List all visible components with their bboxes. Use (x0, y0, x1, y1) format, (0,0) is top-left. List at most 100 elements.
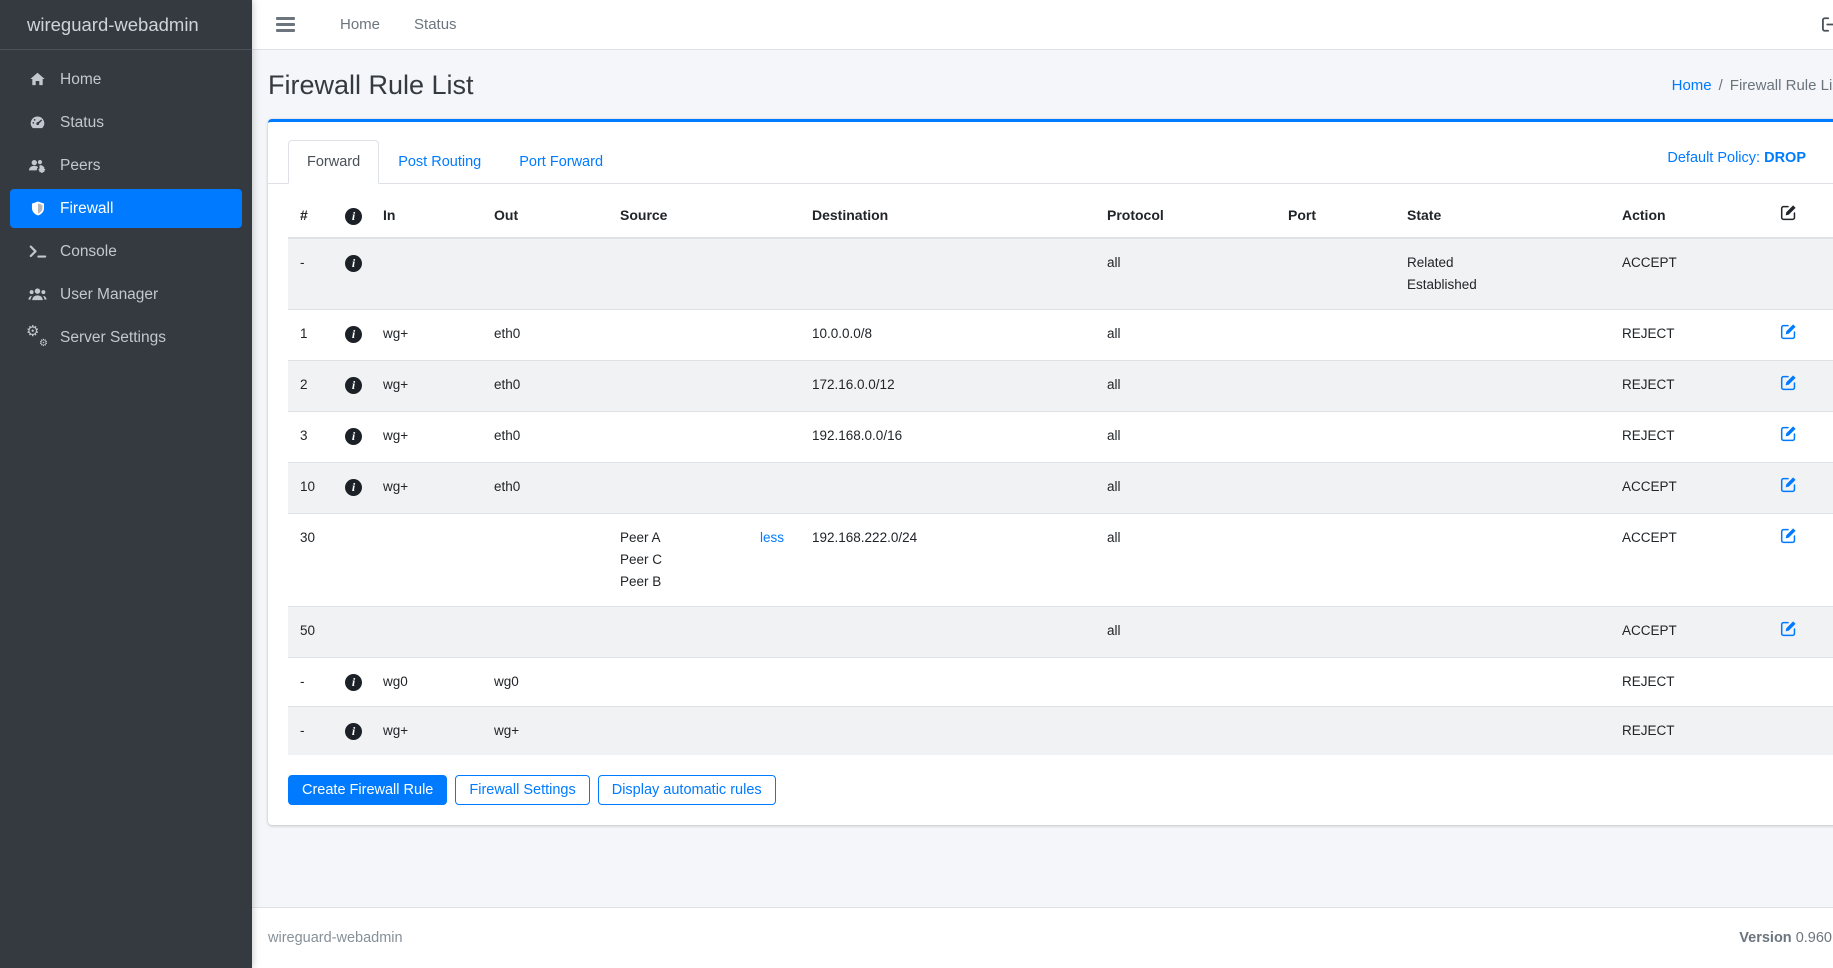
info-icon[interactable]: i (345, 479, 362, 494)
edit-icon[interactable] (1780, 476, 1797, 493)
rule-destination: 192.168.0.0/16 (800, 412, 1095, 463)
sidebar-item-console[interactable]: Console (10, 232, 242, 271)
rule-edit-cell (1768, 361, 1833, 412)
rule-number: 50 (288, 607, 333, 658)
sidebar-item-label: Console (60, 243, 117, 261)
less-link[interactable]: less (760, 527, 784, 549)
sidebar-item-label: Home (60, 71, 101, 89)
home-icon (25, 71, 50, 88)
rule-source (608, 361, 800, 412)
rule-action: ACCEPT (1610, 463, 1768, 514)
rule-in: wg+ (371, 361, 482, 412)
header-port: Port (1276, 194, 1395, 238)
firewall-rule-table: #iInOutSourceDestinationProtocolPortStat… (288, 194, 1833, 755)
info-icon[interactable]: i (345, 255, 362, 270)
card-tabs-header: ForwardPost RoutingPort Forward Default … (268, 122, 1833, 184)
rule-out: wg0 (482, 658, 608, 707)
edit-icon[interactable] (1780, 323, 1797, 340)
breadcrumb-home-link[interactable]: Home (1672, 77, 1712, 94)
rule-source (608, 310, 800, 361)
header-state: State (1395, 194, 1610, 238)
tab-port-forward[interactable]: Port Forward (500, 140, 622, 183)
info-icon[interactable]: i (345, 674, 362, 689)
rule-destination (800, 658, 1095, 707)
header-info-icon: i (333, 194, 371, 238)
rule-state (1395, 361, 1610, 412)
rule-destination: 172.16.0.0/12 (800, 361, 1095, 412)
logout-icon[interactable] (1820, 16, 1833, 33)
rule-number: 30 (288, 514, 333, 607)
info-icon[interactable]: i (345, 428, 362, 443)
terminal-icon (25, 244, 50, 259)
navbar-links: HomeStatus (323, 16, 474, 34)
rule-action: ACCEPT (1610, 238, 1768, 310)
edit-icon[interactable] (1780, 374, 1797, 391)
navbar-link-home[interactable]: Home (323, 16, 397, 33)
tab-forward[interactable]: Forward (288, 140, 379, 184)
rule-port (1276, 707, 1395, 756)
rule-action: ACCEPT (1610, 607, 1768, 658)
action-buttons: Create Firewall Rule Firewall Settings Dis… (288, 775, 1833, 805)
header-source: Source (608, 194, 800, 238)
edit-icon[interactable] (1780, 527, 1797, 544)
rule-edit-cell (1768, 607, 1833, 658)
tab-post-routing[interactable]: Post Routing (379, 140, 500, 183)
sidebar-item-server-settings[interactable]: ⚙⚙Server Settings (10, 318, 242, 357)
sidebar-item-user-manager[interactable]: User Manager (10, 275, 242, 314)
sidebar-item-firewall[interactable]: Firewall (10, 189, 242, 228)
header-action: Action (1610, 194, 1768, 238)
rule-port (1276, 463, 1395, 514)
navbar-link-status[interactable]: Status (397, 16, 474, 33)
rule-in (371, 607, 482, 658)
rule-protocol: all (1095, 514, 1276, 607)
rule-edit-cell (1768, 514, 1833, 607)
sidebar-item-peers[interactable]: Peers (10, 146, 242, 185)
breadcrumb-current: Firewall Rule List (1730, 77, 1833, 94)
firewall-settings-button[interactable]: Firewall Settings (455, 775, 589, 805)
rule-protocol: all (1095, 412, 1276, 463)
rule-action: REJECT (1610, 412, 1768, 463)
info-icon[interactable]: i (345, 326, 362, 341)
create-firewall-rule-button[interactable]: Create Firewall Rule (288, 775, 447, 805)
rule-state (1395, 412, 1610, 463)
rule-source (608, 463, 800, 514)
sidebar-item-status[interactable]: Status (10, 103, 242, 142)
rule-action: REJECT (1610, 658, 1768, 707)
sidebar-item-home[interactable]: Home (10, 60, 242, 99)
default-policy-link[interactable]: Default Policy: DROP (1667, 150, 1806, 174)
footer-app-name: wireguard-webadmin (268, 930, 403, 946)
edit-icon[interactable] (1780, 620, 1797, 637)
sidebar-item-label: User Manager (60, 286, 158, 304)
sidebar: wireguard-webadmin HomeStatusPeersFirewa… (0, 0, 252, 968)
rule-port (1276, 514, 1395, 607)
state-line: Related (1407, 252, 1598, 274)
rule-out: eth0 (482, 361, 608, 412)
info-icon[interactable]: i (345, 377, 362, 392)
rule-destination (800, 238, 1095, 310)
rule-out (482, 607, 608, 658)
hamburger-menu-icon[interactable] (276, 17, 295, 32)
edit-icon[interactable] (1780, 425, 1797, 442)
info-icon[interactable]: i (345, 723, 362, 738)
shield-icon (25, 200, 50, 217)
rule-info-cell (333, 514, 371, 607)
rule-protocol: all (1095, 607, 1276, 658)
rule-info-cell: i (333, 310, 371, 361)
sidebar-item-label: Status (60, 114, 104, 132)
gauge-icon (25, 114, 50, 131)
rule-port (1276, 361, 1395, 412)
firewall-card: ForwardPost RoutingPort Forward Default … (268, 119, 1833, 825)
rule-in: wg+ (371, 463, 482, 514)
edit-icon (1780, 204, 1797, 221)
rule-protocol (1095, 658, 1276, 707)
display-automatic-rules-button[interactable]: Display automatic rules (598, 775, 776, 805)
rule-number: - (288, 238, 333, 310)
default-policy-value: DROP (1764, 150, 1806, 166)
table-row: 50 all ACCEPT (288, 607, 1833, 658)
rule-protocol: all (1095, 361, 1276, 412)
header-destination: Destination (800, 194, 1095, 238)
rule-action: REJECT (1610, 310, 1768, 361)
source-peer: Peer C (620, 549, 788, 571)
sidebar-item-label: Server Settings (60, 329, 166, 347)
rule-info-cell: i (333, 463, 371, 514)
